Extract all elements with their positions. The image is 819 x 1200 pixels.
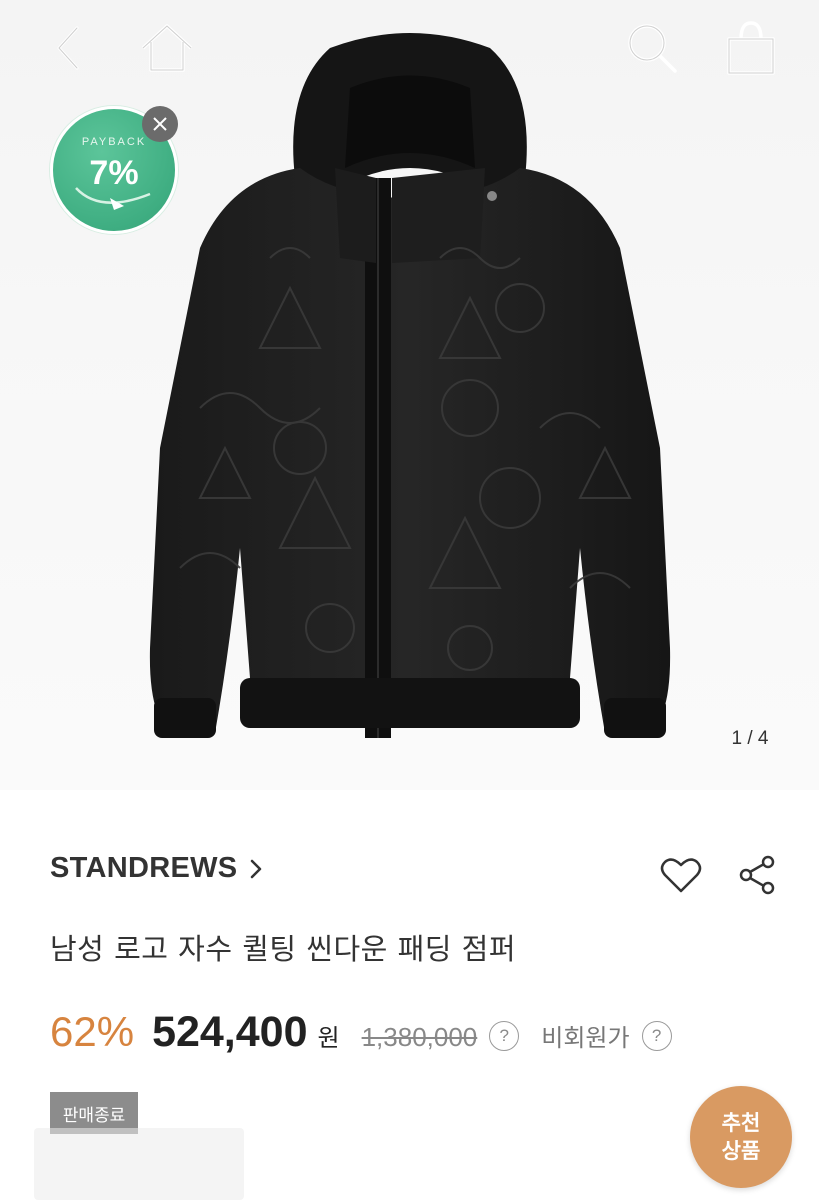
product-title: 남성 로고 자수 퀼팅 씬다운 패딩 점퍼 [50, 932, 517, 966]
share-button[interactable] [734, 852, 780, 898]
back-button[interactable] [40, 20, 96, 76]
original-price: 1,380,000 [361, 1022, 478, 1052]
payback-close-button[interactable] [142, 106, 178, 142]
currency-unit: 원 [317, 1024, 340, 1052]
share-icon [739, 855, 775, 895]
search-icon [628, 24, 677, 73]
recommend-products-button[interactable]: 추천 상품 [690, 1086, 792, 1188]
close-icon [153, 117, 167, 131]
product-image-gallery[interactable]: PAYBACK 7% 1 / 4 [0, 0, 819, 790]
wishlist-button[interactable] [658, 852, 704, 898]
payback-arrow-icon [75, 187, 151, 210]
recommend-label-line2: 상품 [721, 1139, 761, 1163]
nonmember-price-label: 비회원가 [541, 1024, 630, 1052]
sale-price: 524,400 [152, 1008, 308, 1056]
price-help-icon[interactable]: ? [489, 1021, 520, 1051]
home-icon [141, 24, 193, 72]
heart-icon [660, 858, 702, 893]
image-counter: 1 / 4 [731, 728, 769, 749]
chevron-right-icon [249, 858, 263, 880]
cart-button[interactable] [718, 16, 784, 80]
recommend-label-line1: 추천 [721, 1111, 761, 1135]
nonmember-help-icon[interactable]: ? [641, 1021, 672, 1051]
faded-overlay [34, 1128, 244, 1200]
product-image[interactable] [140, 28, 680, 748]
brand-link[interactable]: STANDREWS [50, 852, 263, 885]
home-button[interactable] [134, 18, 200, 78]
search-button[interactable] [620, 16, 684, 80]
price-row: 62% 524,400 원 1,380,000 ? 비회원가 ? [50, 1008, 672, 1068]
discount-rate: 62% [50, 1008, 135, 1055]
chevron-left-icon [57, 26, 79, 70]
brand-name: STANDREWS [50, 852, 238, 884]
shopping-bag-icon [727, 21, 775, 75]
